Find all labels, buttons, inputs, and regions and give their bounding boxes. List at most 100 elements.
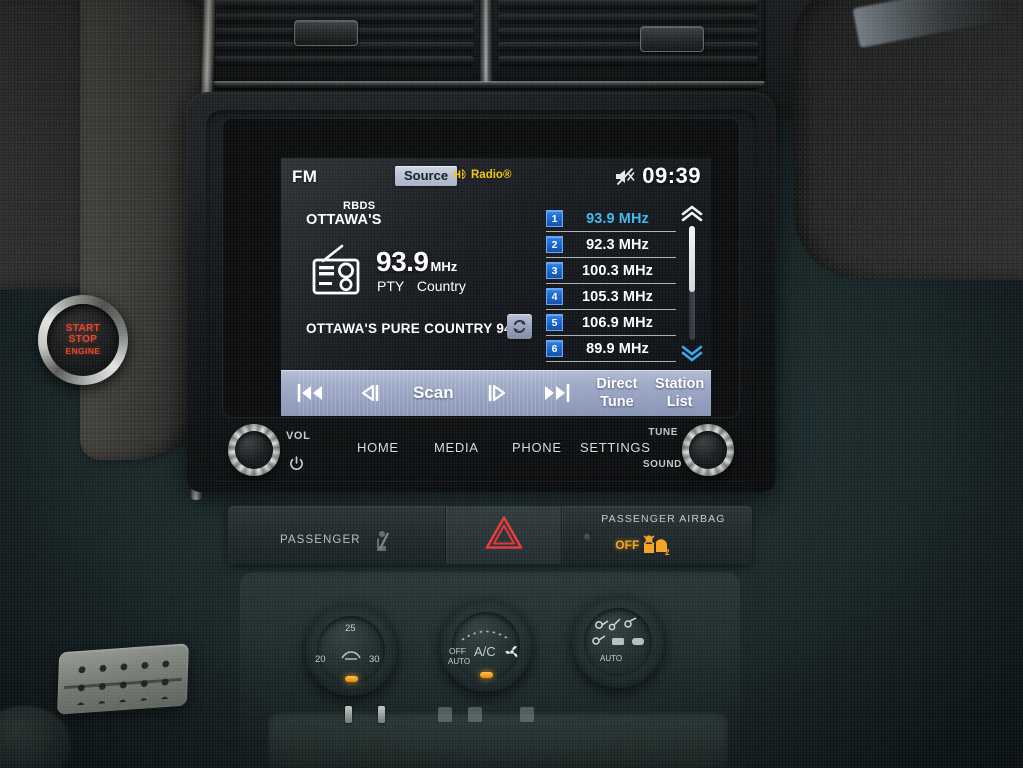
car-interior-scene: FM Source H Radio® 09:39 RBDS OTTAWA'S 9…: [0, 0, 1023, 768]
seek-up-icon: [488, 384, 506, 402]
source-button[interactable]: Source: [395, 166, 458, 186]
air-vent-right[interactable]: [494, 0, 762, 78]
refresh-button[interactable]: [507, 314, 532, 339]
hazard-triangle-icon: [484, 515, 524, 556]
sound-label: SOUND: [642, 459, 682, 470]
scroll-down-button[interactable]: [679, 344, 705, 362]
mute-speaker-icon: [616, 167, 635, 185]
temperature-knob[interactable]: 20 25 30: [305, 604, 397, 696]
home-button[interactable]: HOME: [357, 440, 399, 455]
preset-number: 4: [546, 288, 563, 305]
next-station-button[interactable]: [526, 370, 586, 416]
temp-tick-20: 20: [315, 654, 326, 665]
frequency-value: 93.9: [376, 246, 429, 277]
temperature-knob-face: 20 25 30: [315, 616, 385, 684]
head-unit-button-row: VOL HOME MEDIA PHONE SETTINGS TUNE SOUND: [222, 418, 740, 480]
airbag-off-indicator: OFF 2: [615, 534, 671, 556]
tune-down-button[interactable]: [341, 370, 401, 416]
station-list-line2: List: [666, 393, 693, 410]
svg-text:H: H: [453, 169, 461, 181]
preset-row[interactable]: 3 100.3 MHz: [546, 258, 676, 284]
start-line-1: START: [65, 322, 101, 334]
windshield-defog-icon: [341, 651, 361, 660]
preset-frequency: 93.9 MHz: [586, 210, 649, 227]
media-button[interactable]: MEDIA: [434, 440, 479, 455]
vent-center-divider: [479, 0, 493, 82]
fan-auto-label: AUTO: [448, 657, 471, 666]
console-shelf: [268, 712, 728, 768]
temp-tick-30: 30: [369, 654, 380, 665]
volume-knob[interactable]: [228, 424, 280, 476]
vent-slider-left[interactable]: [294, 20, 358, 46]
direct-tune-line2: Tune: [600, 393, 634, 410]
mode-auto-label: AUTO: [600, 654, 623, 663]
direct-tune-button[interactable]: Direct Tune: [586, 370, 649, 416]
passenger-airbag-off-icon: 2: [643, 535, 670, 556]
current-frequency: 93.9 MHz: [376, 246, 457, 278]
preset-frequency: 105.3 MHz: [581, 288, 653, 305]
preset-row[interactable]: 4 105.3 MHz: [546, 284, 676, 310]
console-icon-2: [468, 707, 482, 722]
preset-scrollbar[interactable]: [679, 204, 705, 362]
preset-frequency: 100.3 MHz: [581, 262, 653, 279]
refresh-icon: [513, 320, 526, 333]
start-line-2: STOP: [68, 334, 98, 346]
preset-number: 3: [546, 262, 563, 279]
mode-knob-face: AUTO: [584, 608, 652, 676]
hd-radio-mark-icon: H: [453, 169, 466, 181]
scan-button[interactable]: Scan: [400, 370, 466, 416]
preset-frequency: 89.9 MHz: [586, 340, 649, 357]
vent-slider-right[interactable]: [640, 26, 704, 52]
preset-row[interactable]: 2 92.3 MHz: [546, 232, 676, 258]
preset-number: 6: [546, 340, 563, 357]
svg-text:2: 2: [665, 548, 670, 556]
station-list-button[interactable]: Station List: [648, 370, 711, 416]
phone-button[interactable]: PHONE: [512, 440, 562, 455]
fan-icon: [505, 646, 518, 658]
skip-back-icon: [297, 384, 322, 402]
previous-station-button[interactable]: [281, 370, 341, 416]
pty-row: PTY Country: [377, 278, 466, 294]
console-control-right[interactable]: [378, 706, 385, 723]
lower-dash-shadow: [0, 706, 70, 768]
scrollbar-track[interactable]: [689, 226, 695, 340]
infotainment-display[interactable]: FM Source H Radio® 09:39 RBDS OTTAWA'S 9…: [281, 158, 711, 416]
radio-text: OTTAWA'S PURE COUNTRY 94: [306, 321, 512, 336]
fan-speed-knob[interactable]: OFF AUTO A/C: [440, 600, 532, 692]
engine-start-stop-button[interactable]: START STOP ENGINE: [47, 304, 119, 376]
rbds-indicator: RBDS: [343, 200, 376, 212]
start-line-3: ENGINE: [65, 346, 101, 357]
status-right-group: 09:39: [614, 163, 701, 189]
tune-sound-knob[interactable]: [682, 424, 734, 476]
indicator-dot: [583, 532, 593, 541]
power-button[interactable]: [289, 456, 304, 476]
engine-start-ring: START STOP ENGINE: [38, 295, 128, 385]
air-vent-left[interactable]: [210, 0, 478, 78]
preset-number: 5: [546, 314, 563, 331]
fan-knob-face: OFF AUTO A/C: [448, 612, 520, 680]
frequency-unit: MHz: [430, 259, 458, 274]
scrollbar-thumb[interactable]: [689, 226, 695, 293]
direct-tune-line1: Direct: [596, 376, 638, 393]
hazard-light-button[interactable]: [445, 506, 563, 564]
airflow-mode-knob[interactable]: AUTO: [572, 596, 664, 688]
band-label: FM: [292, 167, 318, 186]
settings-button[interactable]: SETTINGS: [580, 440, 651, 455]
scroll-up-button[interactable]: [679, 204, 705, 222]
airbag-hazard-panel: PASSENGER PASSENGER AIRBAG OFF 2: [228, 506, 752, 564]
preset-row[interactable]: 6 89.9 MHz: [546, 336, 676, 362]
footrest-pedal: [57, 643, 189, 715]
console-icon-1: [438, 707, 452, 722]
preset-row[interactable]: 5 106.9 MHz: [546, 310, 676, 336]
preset-list[interactable]: 1 93.9 MHz 2 92.3 MHz 3 100.3 MHz 4 105.…: [546, 206, 676, 362]
console-control-left[interactable]: [345, 706, 352, 723]
seek-down-icon: [361, 384, 378, 402]
hd-radio-logo: H Radio®: [453, 168, 512, 182]
fan-ac-label: A/C: [474, 644, 496, 659]
clock: 09:39: [642, 163, 701, 188]
preset-row[interactable]: 1 93.9 MHz: [546, 206, 676, 232]
hd-radio-word: Radio®: [471, 168, 512, 181]
tune-up-button[interactable]: [466, 370, 526, 416]
station-name: OTTAWA'S: [306, 212, 382, 228]
volume-label: VOL: [286, 430, 311, 442]
